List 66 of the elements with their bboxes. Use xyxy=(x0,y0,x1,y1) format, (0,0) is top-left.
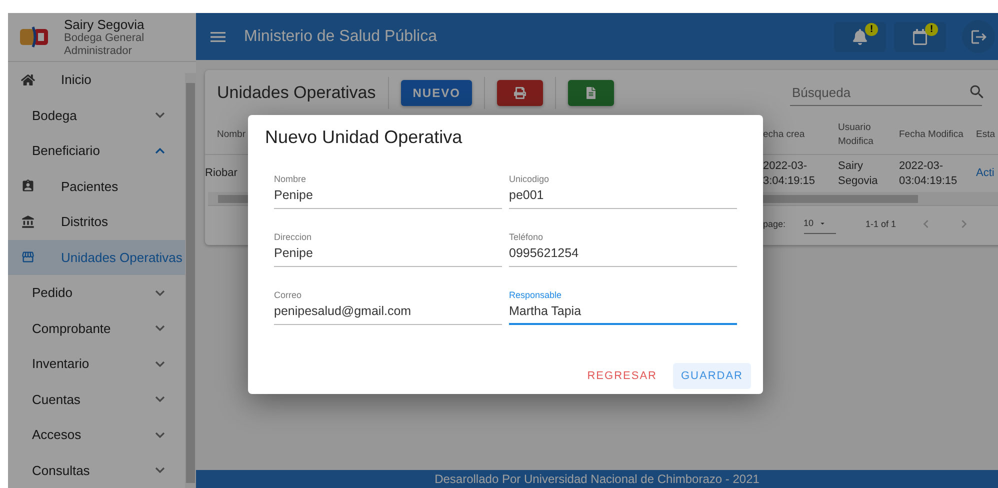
dialog-title: Nuevo Unidad Operativa xyxy=(265,127,464,149)
text-input[interactable]: pe001 xyxy=(509,185,737,202)
chevron-down-icon xyxy=(155,396,165,402)
scrollbar[interactable] xyxy=(185,73,196,488)
search-icon xyxy=(968,83,986,101)
table-cell-text: Riobar xyxy=(205,166,238,181)
sidebar-group[interactable]: Pedido xyxy=(8,275,185,310)
sidebar-group[interactable]: Inventario xyxy=(8,346,185,382)
user-org: Bodega General xyxy=(64,32,144,44)
page-range: 1-1 of 1 xyxy=(866,218,896,228)
user-role: Administrador xyxy=(64,44,133,58)
chevron-down-icon xyxy=(155,290,165,296)
text-input[interactable]: 0995621254 xyxy=(509,243,737,260)
back-button[interactable]: REGRESAR xyxy=(579,363,665,389)
rows-per-page-label: page: xyxy=(763,218,786,228)
column-header: Esta xyxy=(976,115,998,155)
sidebar-item[interactable]: Pacientes xyxy=(8,168,185,204)
chevron-down-icon xyxy=(155,112,165,118)
notifications-button[interactable]: ! xyxy=(834,22,886,52)
table-cell-text: 2022-03- 3:04:19:15 xyxy=(763,158,816,188)
printer-icon xyxy=(514,86,526,98)
logout-button[interactable] xyxy=(962,20,995,53)
chevron-down-icon xyxy=(155,325,165,332)
text-input[interactable]: penipesalud@gmail.com xyxy=(274,301,502,318)
field-label: Teléfono xyxy=(509,232,544,243)
chevron-down-icon xyxy=(155,360,165,367)
export-button[interactable] xyxy=(568,80,614,106)
page-title: Unidades Operativas xyxy=(217,82,376,102)
logo-icon xyxy=(20,26,50,48)
rows-per-page-select[interactable]: 10 xyxy=(804,213,836,234)
sidebar-item[interactable]: Inicio xyxy=(8,62,185,98)
new-button[interactable]: NUEVO xyxy=(400,80,472,106)
calendar-icon xyxy=(912,28,928,44)
table-cell-text: Sairy Segovia xyxy=(838,158,879,188)
field-label: Responsable xyxy=(509,290,562,301)
bell-icon xyxy=(852,28,868,44)
sidebar-group[interactable]: Accesos xyxy=(8,417,185,452)
text-input[interactable]: Penipe xyxy=(274,185,502,202)
sidebar-group[interactable]: Comprobante xyxy=(8,310,185,346)
field-label: Direccion xyxy=(274,232,312,243)
table-cell-text: 2022-03- 03:04:19:15 xyxy=(899,158,958,188)
sidebar-group[interactable]: Beneficiario xyxy=(8,133,185,168)
text-input[interactable]: Penipe xyxy=(274,243,502,260)
sidebar-group[interactable]: Consultas xyxy=(8,452,185,488)
calendar-button[interactable]: ! xyxy=(894,22,946,52)
field-label: Nombre xyxy=(274,174,306,185)
chevron-down-icon xyxy=(155,467,165,474)
column-header: Usuario Modifica xyxy=(838,115,899,155)
sidebar-group[interactable]: Cuentas xyxy=(8,382,185,417)
field-label: Correo xyxy=(274,290,302,301)
app-title: Ministerio de Salud Pública xyxy=(244,28,438,46)
footer: Desarollado Por Universidad Nacional de Chimborazo - 2021 xyxy=(196,470,998,488)
text-input[interactable]: Martha Tapia xyxy=(509,301,737,318)
document-icon xyxy=(585,86,598,98)
search-field[interactable]: Búsqueda xyxy=(790,84,968,100)
sidebar-item[interactable]: Distritos xyxy=(8,204,185,240)
alert-badge: ! xyxy=(865,22,878,36)
sidebar-group[interactable]: Bodega xyxy=(8,98,185,133)
logout-icon xyxy=(970,28,988,46)
chevron-down-icon xyxy=(155,432,165,438)
chevron-up-icon xyxy=(155,148,165,154)
column-header: Fecha Modifica xyxy=(899,115,976,155)
user-name: Sairy Segovia xyxy=(64,16,144,32)
alert-badge: ! xyxy=(925,22,938,36)
field-label: Unicodigo xyxy=(509,174,550,185)
print-button[interactable] xyxy=(497,80,544,106)
